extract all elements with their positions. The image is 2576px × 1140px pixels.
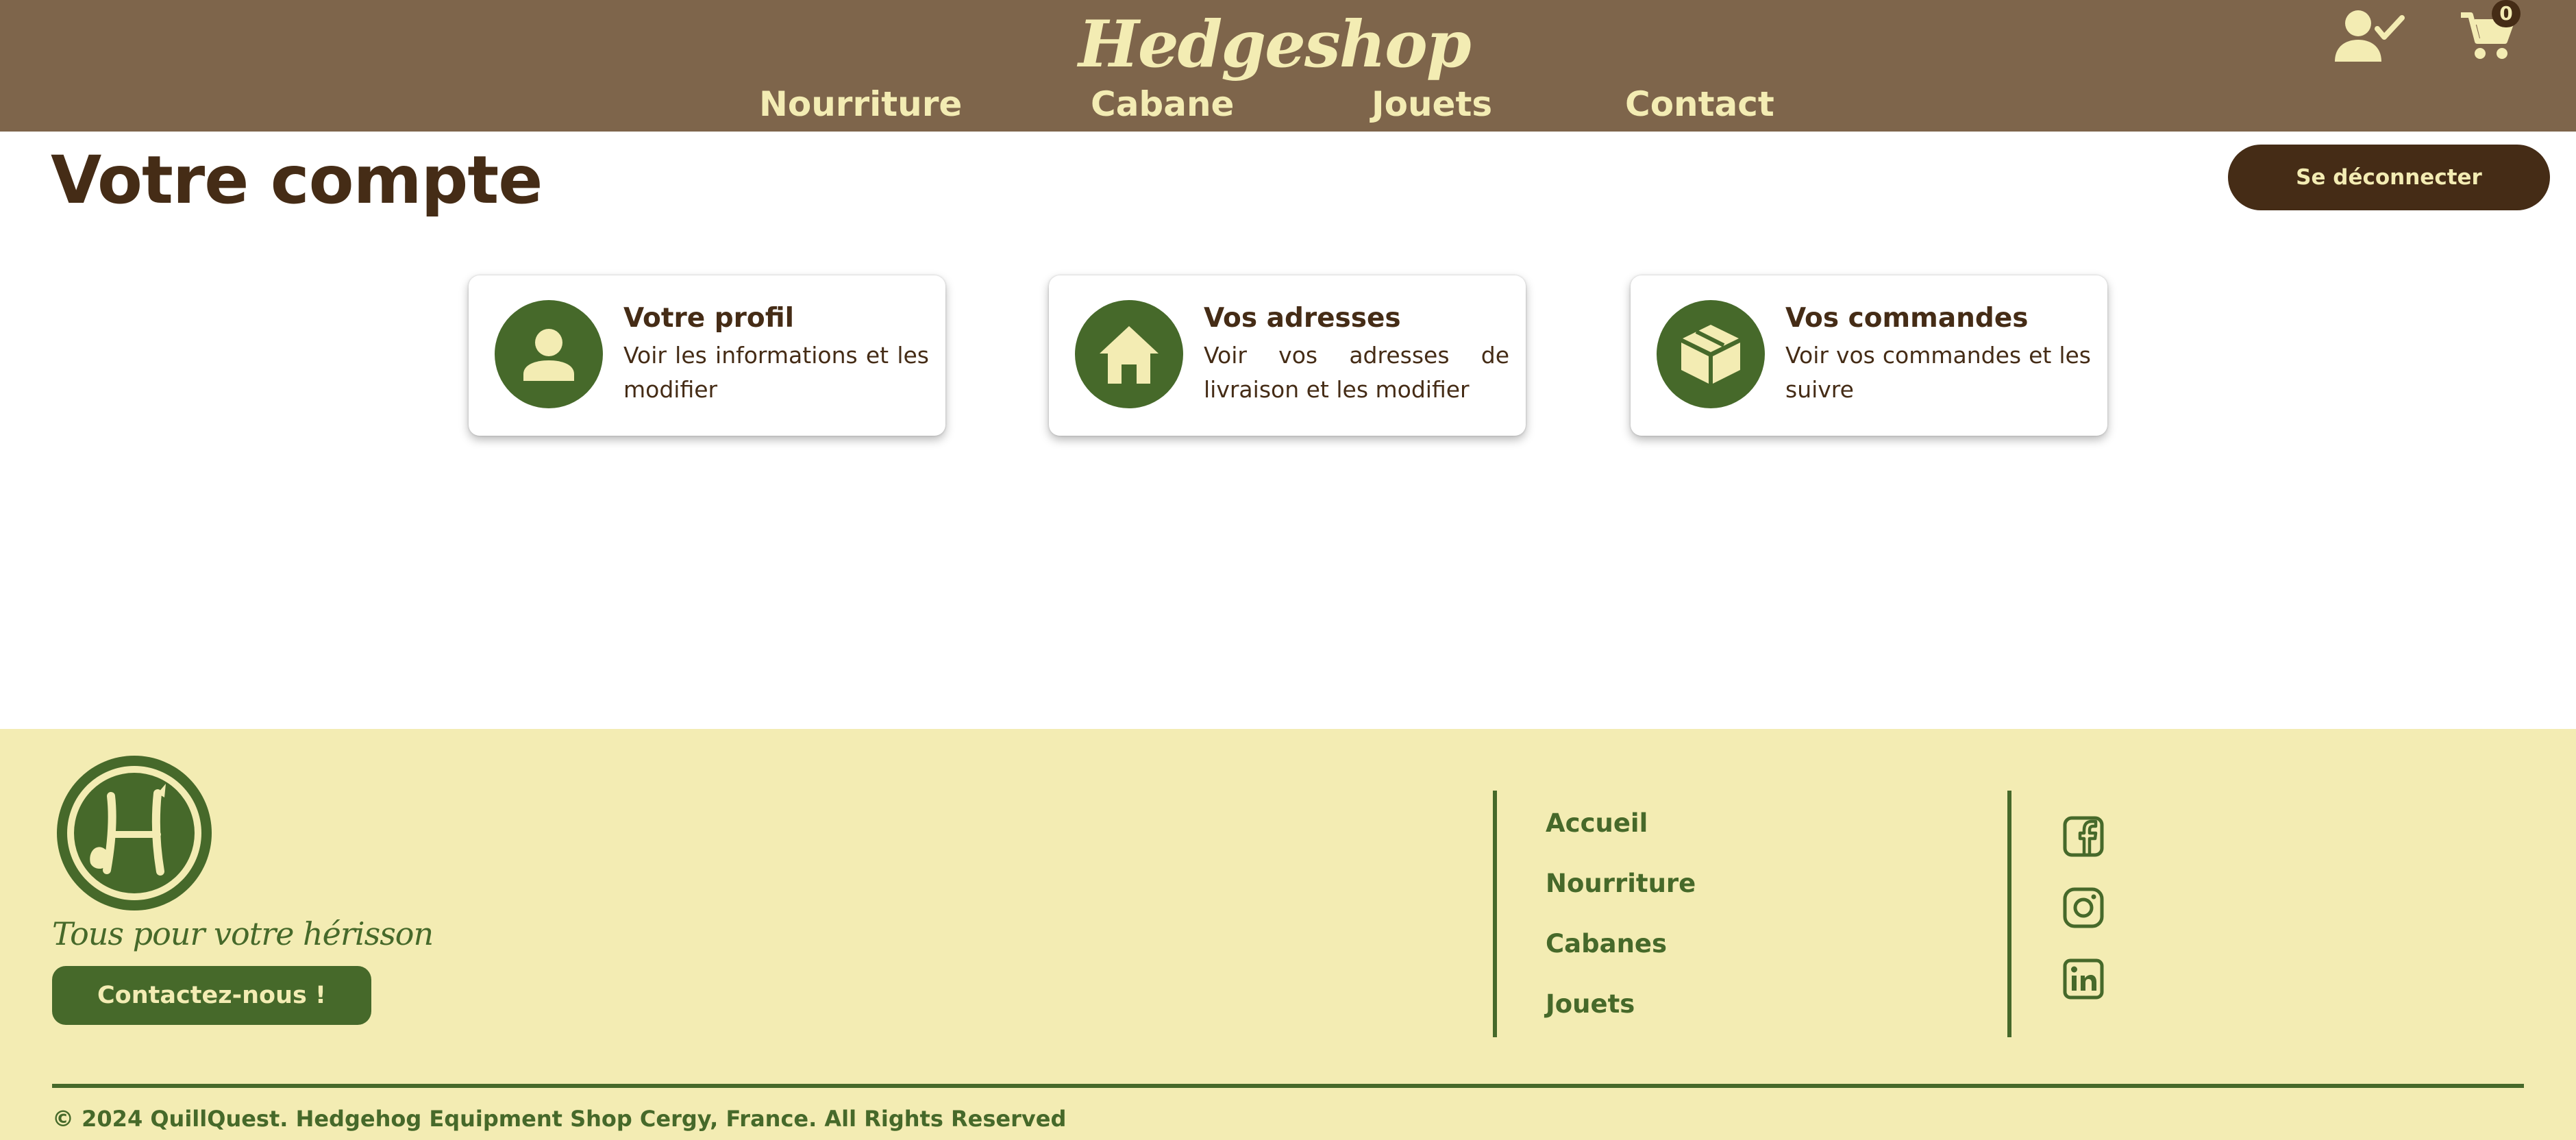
logout-button[interactable]: Se déconnecter	[2228, 145, 2550, 210]
person-icon	[523, 329, 574, 381]
footer-link-cabanes[interactable]: Cabanes	[1546, 924, 1667, 965]
nav-item-jouets[interactable]: Jouets	[1372, 79, 1492, 129]
instagram-icon[interactable]	[2062, 887, 2105, 929]
facebook-icon[interactable]	[2062, 815, 2105, 858]
nav-item-contact[interactable]: Contact	[1625, 79, 1774, 129]
footer-link-accueil[interactable]: Accueil	[1546, 803, 1648, 844]
site-header: Hedgeshop Nourriture Cabane Jouets Conta…	[0, 0, 2576, 132]
footer-tagline: Tous pour votre hérisson	[52, 915, 434, 952]
site-footer: Tous pour votre hérisson Contactez-nous …	[0, 729, 2576, 1140]
card-title: Vos adresses	[1204, 303, 1401, 334]
card-title: Vos commandes	[1785, 303, 2029, 334]
card-icon-circle	[1075, 300, 1183, 408]
card-icon-circle	[495, 300, 603, 408]
card-description: Voir vos adresses de livraison et les mo…	[1204, 342, 1509, 403]
cart-count-badge: 0	[2492, 0, 2521, 27]
page-title: Votre compte	[51, 142, 543, 219]
card-description: Voir vos commandes et les suivre	[1785, 342, 2091, 403]
card-description: Voir les informations et les modifier	[623, 342, 929, 403]
footer-divider	[2007, 791, 2011, 1037]
addresses-card[interactable]: Vos adresses Voir vos adresses de livrai…	[1049, 275, 1526, 436]
house-icon	[1100, 326, 1159, 384]
hedgeshop-badge-logo[interactable]	[55, 754, 214, 913]
footer-divider	[1493, 791, 1497, 1037]
card-title: Votre profil	[623, 303, 794, 334]
footer-link-nourriture[interactable]: Nourriture	[1546, 863, 1696, 904]
copyright-text: © 2024 QuillQuest. Hedgehog Equipment Sh…	[52, 1106, 1067, 1132]
contact-us-button[interactable]: Contactez-nous !	[52, 966, 371, 1025]
nav-item-cabane[interactable]: Cabane	[1091, 79, 1234, 129]
orders-card[interactable]: Vos commandes Voir vos commandes et les …	[1631, 275, 2107, 436]
footer-separator	[52, 1084, 2524, 1088]
card-icon-circle	[1657, 300, 1765, 408]
site-logo[interactable]: Hedgeshop	[1078, 7, 1472, 82]
account-verified-icon[interactable]	[2335, 8, 2405, 63]
linkedin-icon[interactable]	[2062, 958, 2105, 1000]
profile-card[interactable]: Votre profil Voir les informations et le…	[469, 275, 945, 436]
nav-item-nourriture[interactable]: Nourriture	[759, 79, 962, 129]
package-icon	[1681, 325, 1740, 384]
footer-link-jouets[interactable]: Jouets	[1546, 984, 1635, 1025]
